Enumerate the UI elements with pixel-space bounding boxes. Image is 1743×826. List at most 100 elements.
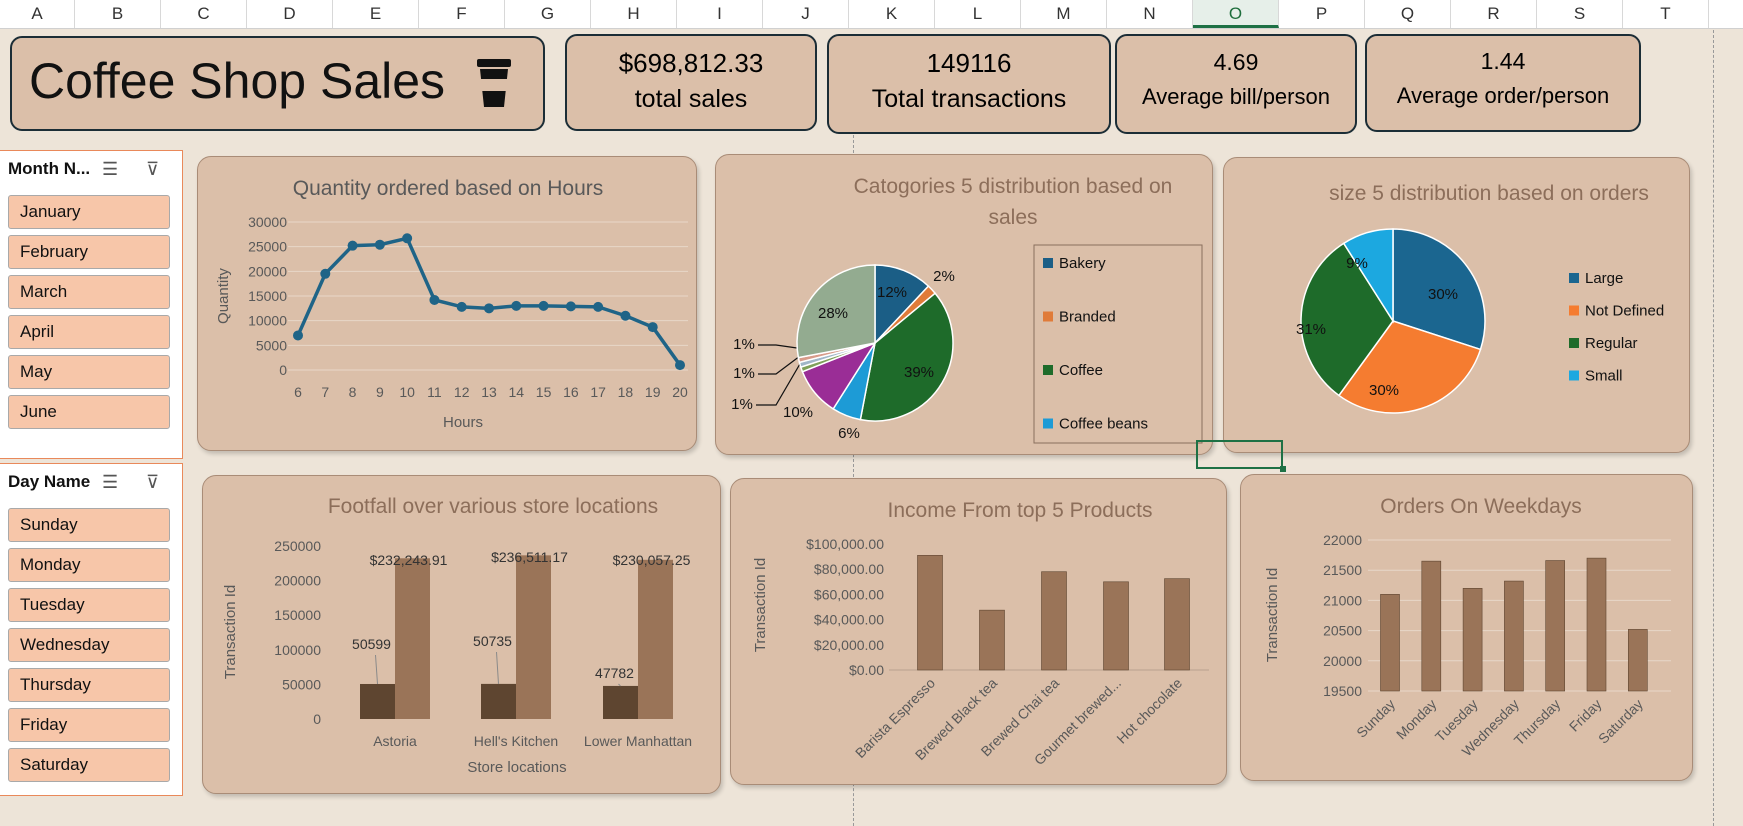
kpi-total-sales: $698,812.33 total sales bbox=[565, 34, 817, 131]
y-axis-label: Transaction Id bbox=[1264, 568, 1281, 663]
categories-chart-box[interactable]: Catogories 5 distribution based on sales 1… bbox=[715, 154, 1213, 455]
clear-filter-icon[interactable]: ⊽ bbox=[146, 472, 159, 493]
footfall-bar-chart: Footfall over various store locations 250… bbox=[222, 495, 692, 776]
footfall-chart-box[interactable]: Footfall over various store locations 250… bbox=[202, 475, 721, 794]
column-header-d[interactable]: D bbox=[247, 0, 333, 28]
month-item[interactable]: April bbox=[8, 315, 170, 349]
bar bbox=[1421, 560, 1442, 692]
multi-select-icon[interactable]: ☰ bbox=[102, 472, 118, 493]
column-header-o[interactable]: O bbox=[1193, 0, 1279, 28]
data-label: 12% bbox=[877, 284, 907, 301]
column-header-h[interactable]: H bbox=[591, 0, 677, 28]
data-label: $230,057.25 bbox=[613, 552, 691, 568]
column-header-i[interactable]: I bbox=[677, 0, 763, 28]
x-tick-label: 8 bbox=[349, 384, 357, 400]
bar bbox=[1041, 571, 1067, 671]
kpi-average-bill: 4.69 Average bill/person bbox=[1115, 34, 1357, 134]
products-chart-box[interactable]: Income From top 5 Products $100,000.00 $80… bbox=[730, 478, 1227, 785]
clear-filter-icon[interactable]: ⊽ bbox=[146, 159, 159, 180]
data-point bbox=[511, 300, 522, 311]
column-header-l[interactable]: L bbox=[935, 0, 1021, 28]
month-item[interactable]: March bbox=[8, 275, 170, 309]
weekdays-chart-box[interactable]: Orders On Weekdays 22000 21500 21000 20500 20… bbox=[1240, 474, 1693, 781]
legend-label: Coffee beans bbox=[1059, 416, 1148, 433]
month-item[interactable]: February bbox=[8, 235, 170, 269]
kpi-value: 1.44 bbox=[1480, 48, 1526, 74]
data-point bbox=[565, 301, 576, 312]
column-header-f[interactable]: F bbox=[419, 0, 505, 28]
bar bbox=[481, 683, 516, 719]
day-item[interactable]: Friday bbox=[8, 708, 170, 742]
bar bbox=[1103, 581, 1129, 671]
x-tick-label: 17 bbox=[590, 384, 606, 400]
chart-title: sales bbox=[988, 206, 1037, 229]
column-header-c[interactable]: C bbox=[161, 0, 247, 28]
month-item[interactable]: May bbox=[8, 355, 170, 389]
x-tick-label: Astoria bbox=[373, 733, 417, 749]
day-item[interactable]: Thursday bbox=[8, 668, 170, 702]
bar bbox=[917, 555, 943, 671]
bar bbox=[1164, 578, 1190, 671]
y-tick-label: 30000 bbox=[248, 214, 287, 230]
legend-label: Bakery bbox=[1059, 255, 1106, 272]
legend-label: Small bbox=[1585, 368, 1623, 385]
bar bbox=[1545, 560, 1566, 692]
column-header-r[interactable]: R bbox=[1451, 0, 1537, 28]
month-item[interactable]: January bbox=[8, 195, 170, 229]
y-tick-label: 0 bbox=[279, 362, 287, 378]
data-point bbox=[429, 294, 440, 305]
y-tick-label: 20500 bbox=[1323, 623, 1362, 639]
hours-chart-box[interactable]: Quantity ordered based on Hours 30000 2500… bbox=[197, 156, 697, 451]
bar bbox=[638, 559, 673, 719]
legend-label: Not Defined bbox=[1585, 303, 1664, 320]
chart-title: Footfall over various store locations bbox=[328, 495, 658, 518]
column-header-s[interactable]: S bbox=[1537, 0, 1623, 28]
data-label: 47782 bbox=[595, 665, 634, 681]
day-item[interactable]: Sunday bbox=[8, 508, 170, 542]
legend-swatch bbox=[1569, 370, 1579, 381]
column-header-m[interactable]: M bbox=[1021, 0, 1107, 28]
day-item[interactable]: Wednesday bbox=[8, 628, 170, 662]
day-item[interactable]: Saturday bbox=[8, 748, 170, 782]
data-point bbox=[620, 310, 631, 321]
kpi-label: Average bill/person bbox=[1142, 84, 1330, 109]
column-header-g[interactable]: G bbox=[505, 0, 591, 28]
y-axis-label: Transaction Id bbox=[752, 558, 769, 653]
day-item[interactable]: Tuesday bbox=[8, 588, 170, 622]
column-header-b[interactable]: B bbox=[75, 0, 161, 28]
multi-select-icon[interactable]: ☰ bbox=[102, 159, 118, 180]
chart-title: Orders On Weekdays bbox=[1380, 495, 1582, 518]
x-tick-label: 15 bbox=[536, 384, 552, 400]
kpi-value: 149116 bbox=[926, 48, 1012, 78]
column-header-q[interactable]: Q bbox=[1365, 0, 1451, 28]
data-label: 28% bbox=[818, 305, 848, 322]
data-label: $232,243.91 bbox=[370, 552, 448, 568]
data-label: $236,511.17 bbox=[491, 549, 568, 565]
y-tick-label: 5000 bbox=[256, 337, 287, 353]
x-tick-label: 7 bbox=[321, 384, 329, 400]
data-point bbox=[293, 330, 303, 341]
column-header-j[interactable]: J bbox=[763, 0, 849, 28]
x-tick-label: 20 bbox=[672, 384, 688, 400]
data-label: 1% bbox=[731, 396, 753, 413]
y-tick-label: 250000 bbox=[274, 538, 321, 554]
column-header-e[interactable]: E bbox=[333, 0, 419, 28]
selected-cell[interactable] bbox=[1196, 440, 1283, 469]
column-header-k[interactable]: K bbox=[849, 0, 935, 28]
data-label: 39% bbox=[904, 364, 934, 381]
legend-swatch bbox=[1043, 418, 1053, 429]
x-tick-label: Hell's Kitchen bbox=[474, 733, 558, 749]
y-tick-label: $100,000.00 bbox=[806, 536, 884, 552]
day-item[interactable]: Monday bbox=[8, 548, 170, 582]
column-header-t[interactable]: T bbox=[1623, 0, 1709, 28]
size-chart-box[interactable]: size 5 distribution based on orders 30% 30… bbox=[1223, 157, 1690, 453]
column-header-p[interactable]: P bbox=[1279, 0, 1365, 28]
legend-label: Regular bbox=[1585, 335, 1638, 352]
fill-handle[interactable] bbox=[1280, 466, 1286, 472]
column-header-a[interactable]: A bbox=[0, 0, 75, 28]
column-header-n[interactable]: N bbox=[1107, 0, 1193, 28]
month-item[interactable]: June bbox=[8, 395, 170, 429]
legend-label: Large bbox=[1585, 270, 1623, 287]
hours-line-chart: Quantity ordered based on Hours 30000 2500… bbox=[215, 177, 688, 431]
series-line bbox=[296, 236, 682, 367]
